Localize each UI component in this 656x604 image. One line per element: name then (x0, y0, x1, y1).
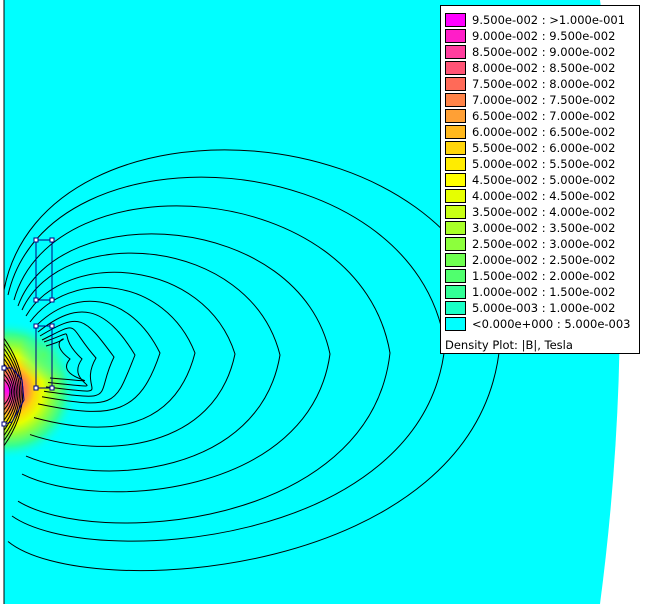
legend-entry: 2.000e-002 : 2.500e-002 (445, 252, 615, 268)
legend-entry: 9.000e-002 : 9.500e-002 (445, 28, 615, 44)
legend-label: 2.500e-002 : 3.000e-002 (472, 237, 616, 251)
legend-label: 5.000e-002 : 5.500e-002 (472, 157, 616, 171)
legend-label: 6.500e-002 : 7.000e-002 (472, 109, 616, 123)
legend-entry: <0.000e+000 : 5.000e-003 (445, 316, 631, 332)
legend-swatch (445, 269, 466, 283)
legend-swatch (445, 237, 466, 251)
legend-label: 8.500e-002 : 9.000e-002 (472, 45, 616, 59)
legend-entry: 1.500e-002 : 2.000e-002 (445, 268, 615, 284)
legend-entry: 5.500e-002 : 6.000e-002 (445, 140, 615, 156)
legend-entry: 2.500e-002 : 3.000e-002 (445, 236, 615, 252)
legend-swatch (445, 77, 466, 91)
legend-swatch (445, 125, 466, 139)
legend-title: Density Plot: |B|, Tesla (445, 338, 573, 352)
legend-entry: 3.000e-002 : 3.500e-002 (445, 220, 615, 236)
legend-entry: 4.500e-002 : 5.000e-002 (445, 172, 615, 188)
legend-swatch (445, 45, 466, 59)
legend-swatch (445, 13, 466, 27)
legend-label: 2.000e-002 : 2.500e-002 (472, 253, 616, 267)
legend-entry: 7.000e-002 : 7.500e-002 (445, 92, 615, 108)
legend-entry: 8.000e-002 : 8.500e-002 (445, 60, 615, 76)
legend-label: 4.500e-002 : 5.000e-002 (472, 173, 616, 187)
legend-swatch (445, 93, 466, 107)
legend-swatch (445, 301, 466, 315)
legend-entry: 3.500e-002 : 4.000e-002 (445, 204, 615, 220)
legend-label: 3.500e-002 : 4.000e-002 (472, 205, 616, 219)
legend-label: 6.000e-002 : 6.500e-002 (472, 125, 616, 139)
legend-entry: 6.000e-002 : 6.500e-002 (445, 124, 615, 140)
legend-entry: 8.500e-002 : 9.000e-002 (445, 44, 615, 60)
legend-label: 9.000e-002 : 9.500e-002 (472, 29, 616, 43)
legend-swatch (445, 173, 466, 187)
legend: 9.500e-002 : >1.000e-001 9.000e-002 : 9.5… (440, 5, 640, 354)
legend-swatch (445, 205, 466, 219)
legend-swatch (445, 285, 466, 299)
legend-swatch (445, 109, 466, 123)
legend-entry: 5.000e-002 : 5.500e-002 (445, 156, 615, 172)
legend-entry: 7.500e-002 : 8.000e-002 (445, 76, 615, 92)
legend-label: 1.500e-002 : 2.000e-002 (472, 269, 616, 283)
legend-label: 4.000e-002 : 4.500e-002 (472, 189, 616, 203)
legend-label: 1.000e-002 : 1.500e-002 (472, 285, 616, 299)
legend-label: 7.500e-002 : 8.000e-002 (472, 77, 616, 91)
legend-label: 8.000e-002 : 8.500e-002 (472, 61, 616, 75)
legend-swatch (445, 189, 466, 203)
legend-entry: 5.000e-003 : 1.000e-002 (445, 300, 615, 316)
legend-label: 5.000e-003 : 1.000e-002 (472, 301, 616, 315)
legend-swatch (445, 317, 466, 331)
legend-label: 3.000e-002 : 3.500e-002 (472, 221, 616, 235)
legend-entry: 9.500e-002 : >1.000e-001 (445, 12, 625, 28)
legend-entry: 6.500e-002 : 7.000e-002 (445, 108, 615, 124)
legend-label: 5.500e-002 : 6.000e-002 (472, 141, 616, 155)
legend-entry: 4.000e-002 : 4.500e-002 (445, 188, 615, 204)
legend-swatch (445, 221, 466, 235)
legend-label: <0.000e+000 : 5.000e-003 (472, 317, 631, 331)
legend-swatch (445, 141, 466, 155)
legend-swatch (445, 29, 466, 43)
legend-swatch (445, 253, 466, 267)
legend-entry: 1.000e-002 : 1.500e-002 (445, 284, 615, 300)
legend-swatch (445, 157, 466, 171)
legend-swatch (445, 61, 466, 75)
legend-label: 9.500e-002 : >1.000e-001 (472, 13, 626, 27)
legend-label: 7.000e-002 : 7.500e-002 (472, 93, 616, 107)
